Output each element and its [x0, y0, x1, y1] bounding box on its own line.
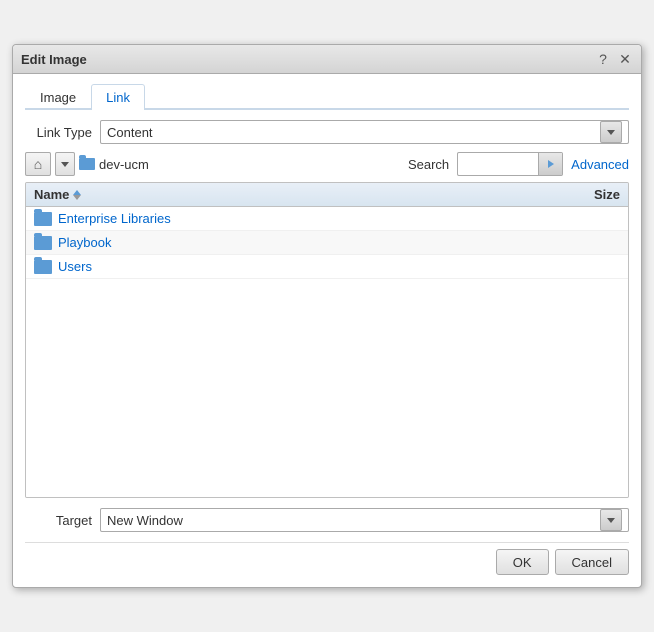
table-row[interactable]: Playbook — [26, 231, 628, 255]
folder-icon — [34, 260, 52, 274]
home-icon: ⌂ — [34, 156, 42, 172]
folder-icon — [79, 158, 95, 170]
link-type-dropdown-btn[interactable] — [600, 121, 622, 143]
tabs-container: Image Link — [25, 82, 629, 110]
link-type-label: Link Type — [25, 125, 100, 140]
sort-down-icon — [73, 195, 81, 200]
search-label: Search — [408, 157, 449, 172]
dialog-body: Image Link Link Type Content ⌂ — [13, 74, 641, 587]
target-select[interactable]: New Window — [100, 508, 629, 532]
tab-link[interactable]: Link — [91, 84, 145, 110]
link-type-row: Link Type Content — [25, 120, 629, 144]
recent-locations-button[interactable] — [55, 152, 75, 176]
chevron-down-icon — [607, 130, 615, 135]
column-size-header: Size — [560, 187, 620, 202]
file-list-header: Name Size — [26, 183, 628, 207]
file-name-cell: Enterprise Libraries — [34, 211, 560, 226]
edit-image-dialog: Edit Image ? ✕ Image Link Link Type Cont… — [12, 44, 642, 588]
dialog-title: Edit Image — [21, 52, 87, 67]
file-name-cell: Playbook — [34, 235, 560, 250]
dialog-title-icons: ? ✕ — [595, 51, 633, 67]
dropdown-icon — [61, 162, 69, 167]
table-row[interactable]: Users — [26, 255, 628, 279]
ok-button[interactable]: OK — [496, 549, 549, 575]
target-row: Target New Window — [25, 508, 629, 532]
close-icon[interactable]: ✕ — [617, 51, 633, 67]
search-go-button[interactable] — [538, 153, 562, 175]
folder-icon — [34, 236, 52, 250]
target-control: New Window — [100, 508, 629, 532]
folder-path-text: dev-ucm — [99, 157, 149, 172]
link-type-select[interactable]: Content — [100, 120, 629, 144]
home-button[interactable]: ⌂ — [25, 152, 51, 176]
table-row[interactable]: Enterprise Libraries — [26, 207, 628, 231]
tab-image[interactable]: Image — [25, 84, 91, 110]
advanced-link[interactable]: Advanced — [571, 157, 629, 172]
column-name-header: Name — [34, 187, 560, 202]
link-type-control: Content — [100, 120, 629, 144]
file-list-container: Name Size Enterprise Libraries — [25, 182, 629, 498]
search-input[interactable] — [458, 157, 538, 172]
sort-arrows — [73, 190, 81, 200]
help-icon[interactable]: ? — [595, 51, 611, 67]
target-value: New Window — [107, 513, 183, 528]
search-input-wrap — [457, 152, 563, 176]
dialog-titlebar: Edit Image ? ✕ — [13, 45, 641, 74]
link-type-value: Content — [107, 125, 153, 140]
file-list-body: Enterprise Libraries Playbook Users — [26, 207, 628, 497]
cancel-button[interactable]: Cancel — [555, 549, 629, 575]
target-dropdown-btn[interactable] — [600, 509, 622, 531]
dialog-footer: OK Cancel — [25, 542, 629, 577]
target-label: Target — [25, 513, 100, 528]
toolbar-row: ⌂ dev-ucm Search Advanced — [25, 152, 629, 176]
file-name-cell: Users — [34, 259, 560, 274]
folder-path: dev-ucm — [79, 157, 396, 172]
search-go-icon — [548, 160, 554, 168]
chevron-down-icon — [607, 518, 615, 523]
folder-icon — [34, 212, 52, 226]
